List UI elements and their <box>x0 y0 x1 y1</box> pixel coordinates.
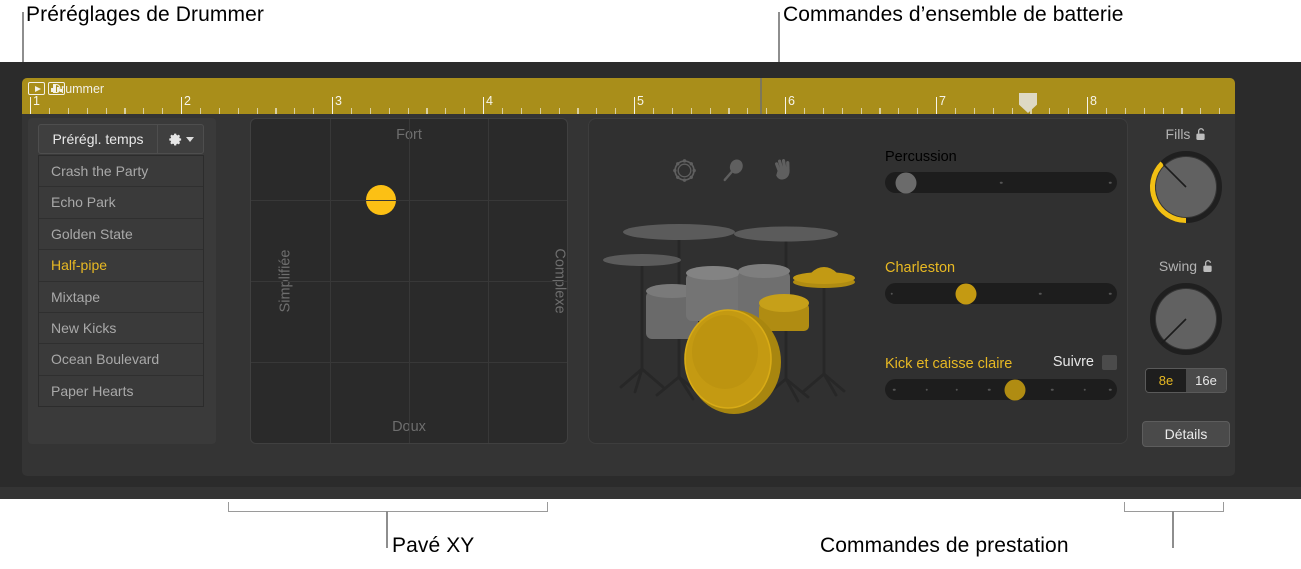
swing-label: Swing <box>1158 258 1198 274</box>
lock-open-icon[interactable] <box>1195 127 1206 141</box>
swing-grid-16e[interactable]: 16e <box>1186 369 1226 392</box>
follow-checkbox[interactable] <box>1102 354 1117 370</box>
fills-knob[interactable] <box>1147 148 1225 226</box>
ruler-bar-line <box>1087 97 1089 114</box>
ruler-divider <box>760 78 762 114</box>
ruler-bar-number: 6 <box>788 94 795 108</box>
follow-control[interactable]: Suivre <box>1053 354 1117 370</box>
swing-label-row: Swing <box>1140 258 1232 274</box>
follow-label: Suivre <box>1052 354 1094 370</box>
ruler-bar-number: 2 <box>184 94 191 108</box>
swing-grid-8e[interactable]: 8e <box>1146 369 1186 392</box>
ruler-bar-number: 8 <box>1090 94 1097 108</box>
preset-item[interactable]: Paper Hearts <box>39 376 203 406</box>
slider-charleston-handle[interactable] <box>955 283 977 304</box>
preset-settings-button[interactable] <box>157 124 204 154</box>
swing-grid-selector[interactable]: 8e 16e <box>1145 368 1227 393</box>
preset-item[interactable]: Ocean Boulevard <box>39 344 203 376</box>
ruler-bar-line <box>936 97 938 114</box>
callout-perf-leader <box>1172 511 1174 548</box>
slider-charleston-track[interactable] <box>885 283 1117 304</box>
ruler-bar-line <box>634 97 636 114</box>
slider-percussion: Percussion <box>885 149 1117 193</box>
drum-kit-illustration[interactable] <box>601 209 891 424</box>
xy-gridline <box>251 281 567 282</box>
xy-gridline <box>251 362 567 363</box>
callout-xy-leader <box>386 511 388 548</box>
fills-label-row: Fills <box>1140 126 1232 142</box>
details-button[interactable]: Détails <box>1142 421 1230 447</box>
callout-perf-bracket <box>1124 502 1224 512</box>
slider-percussion-handle[interactable] <box>895 172 917 193</box>
percussion-icon-row <box>671 157 796 184</box>
tambourine-icon[interactable] <box>671 157 698 184</box>
slider-kick-snare: Kick et caisse claire Suivre <box>885 354 1117 400</box>
slider-kick-snare-handle[interactable] <box>1004 379 1026 400</box>
ruler-bar-line <box>30 97 32 114</box>
editor-body: Prérégl. temps Crash the Party Echo Park G… <box>22 114 1235 476</box>
drummer-editor: Drummer 12345678 Prérégl. temps Crash th… <box>22 78 1235 476</box>
callout-presets-label: Préréglages de Drummer <box>26 3 264 26</box>
preset-item[interactable]: Mixtape <box>39 282 203 313</box>
ruler-bar-number: 5 <box>637 94 644 108</box>
preset-item[interactable]: Echo Park <box>39 187 203 219</box>
ruler-bar-line <box>785 97 787 114</box>
shaker-icon[interactable] <box>720 157 747 184</box>
slider-kick-snare-track[interactable] <box>885 379 1117 400</box>
gear-icon <box>168 133 181 145</box>
ruler-bar-line <box>483 97 485 114</box>
callout-xy-label: Pavé XY <box>392 534 475 557</box>
fills-label: Fills <box>1165 126 1191 142</box>
timeline-ruler[interactable]: Drummer 12345678 <box>22 78 1235 114</box>
lock-open-icon[interactable] <box>1202 259 1213 273</box>
ruler-bar-number: 7 <box>939 94 946 108</box>
ruler-bar-number: 4 <box>486 94 493 108</box>
ruler-bar-number: 1 <box>33 94 40 108</box>
preset-item[interactable]: Golden State <box>39 219 203 251</box>
swing-knob[interactable] <box>1147 280 1225 358</box>
xy-pad[interactable]: Fort Doux Simplifiée Complexe <box>250 118 568 444</box>
window-footer <box>0 487 1301 499</box>
preset-item[interactable]: Half-pipe <box>39 250 203 282</box>
clap-hand-icon[interactable] <box>769 157 796 184</box>
drum-kit-panel: Percussion Charleston Kick et caisse cla… <box>588 118 1128 444</box>
preset-item[interactable]: New Kicks <box>39 313 203 345</box>
callout-xy-bracket <box>228 502 548 512</box>
chevron-down-icon <box>185 136 194 142</box>
ruler-ticks: 1 2 3 4 5 6 7 8 <box>22 92 1235 114</box>
slider-charleston: Charleston <box>885 260 1117 304</box>
slider-percussion-track[interactable] <box>885 172 1117 193</box>
xy-gridline <box>488 119 489 443</box>
ruler-bar-number: 3 <box>335 94 342 108</box>
preset-category-button[interactable]: Prérégl. temps <box>38 124 157 154</box>
callout-kit-label: Commandes d’ensemble de batterie <box>783 3 1124 26</box>
slider-percussion-label: Percussion <box>885 149 957 165</box>
preset-header: Prérégl. temps <box>38 124 204 154</box>
ruler-bar-line <box>332 97 334 114</box>
performance-panel: Fills Swing 8e 16e Détails <box>1140 118 1232 447</box>
callout-perf-label: Commandes de prestation <box>820 534 1069 557</box>
preset-panel: Prérégl. temps Crash the Party Echo Park G… <box>28 118 216 444</box>
slider-charleston-label: Charleston <box>885 260 956 276</box>
drummer-window: Drummer 12345678 Prérégl. temps Crash th… <box>0 62 1301 487</box>
preset-list[interactable]: Crash the Party Echo Park Golden State Half… <box>38 155 204 407</box>
ruler-bar-line <box>181 97 183 114</box>
preset-item[interactable]: Crash the Party <box>39 156 203 188</box>
